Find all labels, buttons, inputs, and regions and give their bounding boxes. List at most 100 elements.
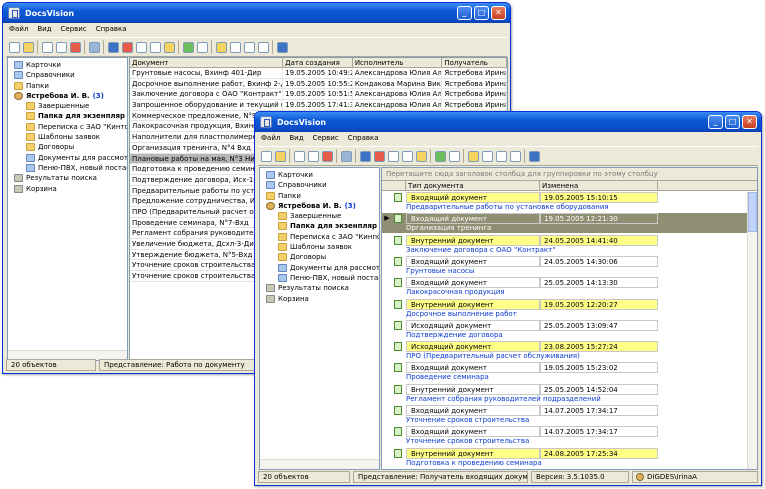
tree-item[interactable]: Переписка с ЗАО "Кинто: [8, 122, 127, 132]
minimize-button[interactable]: _: [457, 6, 472, 20]
task-icon[interactable]: [449, 150, 460, 162]
filter-icon[interactable]: [402, 150, 413, 162]
list-item[interactable]: Входящий документ 19.05.2005 15:10:15 Пред…: [382, 192, 747, 212]
tree-item[interactable]: Завершенные: [8, 101, 127, 111]
tree-item[interactable]: Договоры: [8, 142, 127, 152]
tree-item[interactable]: Папки: [8, 81, 127, 91]
tree-item[interactable]: Пеню-ПВХ, новый постав: [8, 163, 127, 173]
column-recipient[interactable]: Получатель: [442, 58, 507, 67]
list-item[interactable]: ▶ Входящий документ 19.05.2005 12:21:30 Орг…: [382, 213, 747, 234]
help-icon[interactable]: [529, 150, 540, 162]
view-details-icon[interactable]: [510, 150, 521, 162]
column-modified[interactable]: Изменена: [540, 181, 658, 190]
tree-item[interactable]: Документы для рассмот: [8, 153, 127, 163]
list-item[interactable]: Входящий документ 25.05.2005 14:13:30 Лако…: [382, 277, 747, 297]
tree-item[interactable]: Корзина: [260, 294, 379, 304]
delete-icon[interactable]: [70, 41, 81, 53]
front-title-bar[interactable]: DocsVision _ □ ✕: [255, 112, 761, 132]
send-icon[interactable]: [183, 41, 194, 53]
scrollbar-thumb[interactable]: [748, 192, 757, 232]
view-details-icon[interactable]: [258, 41, 269, 53]
tree-item[interactable]: Папки: [260, 191, 379, 201]
tree-item[interactable]: Результаты поиска: [260, 283, 379, 293]
table-row[interactable]: Досрочное выполнение работ, Вхинф 2-Дир 1…: [130, 78, 507, 90]
menu-help[interactable]: Справка: [96, 25, 127, 36]
tree-item[interactable]: Пеню-ПВХ, новый постав: [260, 273, 379, 283]
open-folder-icon[interactable]: [23, 41, 34, 53]
tree-item[interactable]: Завершенные: [260, 211, 379, 221]
menu-help[interactable]: Справка: [348, 134, 379, 145]
column-executor[interactable]: Исполнитель: [353, 58, 443, 67]
back-title-bar[interactable]: DocsVision _ □ ✕: [3, 3, 510, 23]
folder-props-icon[interactable]: [164, 41, 175, 53]
tree-item[interactable]: Папка для экзенпляр: [260, 221, 379, 231]
tree-item[interactable]: Папка для экзенпляр: [8, 111, 127, 121]
list-item[interactable]: Внутренний документ 24.08.2005 17:25:34 По…: [382, 447, 747, 468]
tree-item[interactable]: Договоры: [260, 252, 379, 262]
list-item[interactable]: Входящий документ 24.05.2005 14:30:06 Грун…: [382, 255, 747, 276]
paste-icon[interactable]: [56, 41, 67, 53]
tree-item[interactable]: Ястребова И. В. (3): [260, 201, 379, 211]
view-small-icon[interactable]: [230, 41, 241, 53]
tree-item[interactable]: Переписка с ЗАО "Кинпо: [260, 232, 379, 242]
tree-item[interactable]: Документы для рассмот: [260, 263, 379, 273]
table-row[interactable]: Заключение договора с ОАО "Контракт", До…: [130, 89, 507, 101]
minimize-button[interactable]: _: [708, 115, 723, 129]
properties-icon[interactable]: [122, 41, 133, 53]
tree-item[interactable]: Справочники: [260, 180, 379, 190]
new-icon[interactable]: [9, 41, 20, 53]
refresh-icon[interactable]: [108, 41, 119, 53]
tree-item[interactable]: Справочники: [8, 70, 127, 80]
find-icon[interactable]: [388, 150, 399, 162]
tree-item[interactable]: Шаблоны заявок: [260, 242, 379, 252]
menu-view[interactable]: Вид: [289, 134, 303, 145]
paste-icon[interactable]: [308, 150, 319, 162]
tree-item[interactable]: Карточки: [8, 60, 127, 70]
view-large-icon[interactable]: [216, 41, 227, 53]
tree-item[interactable]: Шаблоны заявок: [8, 132, 127, 142]
menu-service[interactable]: Сервис: [313, 134, 339, 145]
menu-view[interactable]: Вид: [37, 25, 51, 36]
view-large-icon[interactable]: [468, 150, 479, 162]
menu-file[interactable]: Файл: [9, 25, 28, 36]
table-row[interactable]: Грунтовые насосы, Вхинф 401-Дир 19.05.200…: [130, 68, 507, 79]
maximize-button[interactable]: □: [474, 6, 489, 20]
list-item[interactable]: Исходящий документ 25.05.2005 13:09:47 Под…: [382, 319, 747, 340]
list-item[interactable]: Внутренний документ 25.05.2005 14:52:04 Ре…: [382, 383, 747, 404]
send-icon[interactable]: [435, 150, 446, 162]
tree-item[interactable]: Корзина: [8, 184, 127, 194]
help-icon[interactable]: [277, 41, 288, 53]
filter-icon[interactable]: [150, 41, 161, 53]
close-button[interactable]: ✕: [491, 6, 506, 20]
refresh-icon[interactable]: [360, 150, 371, 162]
task-icon[interactable]: [197, 41, 208, 53]
print-icon[interactable]: [341, 150, 352, 162]
folder-props-icon[interactable]: [416, 150, 427, 162]
delete-icon[interactable]: [322, 150, 333, 162]
view-small-icon[interactable]: [482, 150, 493, 162]
list-item[interactable]: Входящий документ 14.07.2005 17:34:17 Уточ…: [382, 426, 747, 446]
tree-item[interactable]: Карточки: [260, 170, 379, 180]
close-button[interactable]: ✕: [742, 115, 757, 129]
list-item[interactable]: Исходящий документ 23.08.2005 15:27:24 ПРО…: [382, 341, 747, 361]
column-doc-type[interactable]: Тип документа: [406, 181, 540, 190]
list-item[interactable]: Входящий документ 14.07.2005 17:34:17 Уточ…: [382, 405, 747, 425]
group-by-hint[interactable]: Перетащите сюда заголовок столбца для гр…: [382, 168, 757, 181]
list-vertical-scrollbar[interactable]: [747, 192, 757, 469]
column-document[interactable]: Документ: [130, 58, 284, 67]
find-icon[interactable]: [136, 41, 147, 53]
maximize-button[interactable]: □: [725, 115, 740, 129]
tree-item[interactable]: Результаты поиска: [8, 173, 127, 183]
menu-service[interactable]: Сервис: [61, 25, 87, 36]
view-list-icon[interactable]: [244, 41, 255, 53]
list-item[interactable]: Входящий документ 19.05.2005 15:23:02 Пров…: [382, 362, 747, 382]
tree-item[interactable]: Ястребова И. В. (3): [8, 91, 127, 101]
properties-icon[interactable]: [374, 150, 385, 162]
menu-file[interactable]: Файл: [261, 134, 280, 145]
print-icon[interactable]: [89, 41, 100, 53]
copy-icon[interactable]: [294, 150, 305, 162]
new-icon[interactable]: [261, 150, 272, 162]
open-folder-icon[interactable]: [275, 150, 286, 162]
list-item[interactable]: Внутренний документ 24.05.2005 14:41:40 За…: [382, 234, 747, 255]
copy-icon[interactable]: [42, 41, 53, 53]
